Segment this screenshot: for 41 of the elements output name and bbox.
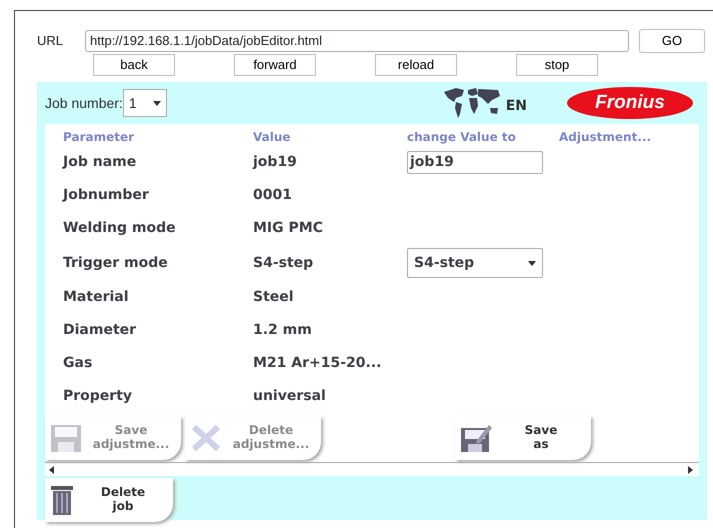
parameter-label: Jobnumber [63, 187, 149, 203]
value-select[interactable]: S4-step [407, 248, 543, 278]
column-header: Parameter [63, 130, 134, 144]
nav-button[interactable]: forward [234, 54, 316, 76]
scroll-right-icon[interactable] [688, 466, 693, 474]
floppy-pencil-icon [459, 422, 493, 454]
language-label[interactable]: EN [506, 96, 527, 116]
parameter-value: M21 Ar+15-20... [253, 355, 382, 371]
parameter-value: job19 [253, 154, 297, 170]
cross-icon [189, 422, 223, 454]
parameter-label: Welding mode [63, 220, 176, 236]
nav-button[interactable]: stop [516, 54, 598, 76]
url-field[interactable]: http://192.168.1.1/jobData/jobEditor.html [85, 30, 629, 52]
horizontal-scrollbar[interactable] [45, 462, 699, 476]
value-input-field[interactable]: job19 [407, 151, 543, 174]
parameter-value: 1.2 mm [253, 322, 312, 338]
parameter-value: Steel [253, 289, 294, 305]
column-header: change Value to [407, 130, 516, 144]
delete-job-button[interactable]: Delete job [45, 478, 173, 522]
nav-button[interactable]: back [93, 54, 175, 76]
parameter-label: Diameter [63, 322, 136, 338]
parameter-value: universal [253, 388, 326, 404]
nav-button[interactable]: reload [375, 54, 457, 76]
logo: Fronius [567, 87, 693, 119]
parameter-value: MIG PMC [253, 220, 323, 236]
job-number-label: Job number: [45, 94, 123, 112]
parameter-label: Material [63, 289, 129, 305]
save-as-button[interactable]: Save as [455, 416, 591, 460]
column-header: Value [253, 130, 291, 144]
parameter-value: S4-step [253, 254, 314, 270]
parameter-label: Property [63, 388, 132, 404]
world-map-icon[interactable] [442, 86, 502, 120]
job-number-select[interactable]: 1 [122, 89, 167, 117]
parameter-label: Gas [63, 355, 92, 371]
go-button[interactable]: GO [639, 29, 705, 53]
parameter-label: Job name [63, 154, 136, 170]
url-label: URL [37, 32, 64, 50]
trash-can-icon [49, 484, 75, 516]
parameter-label: Trigger mode [63, 254, 168, 270]
column-header: Adjustment... [559, 130, 652, 144]
parameter-value: 0001 [253, 187, 292, 203]
